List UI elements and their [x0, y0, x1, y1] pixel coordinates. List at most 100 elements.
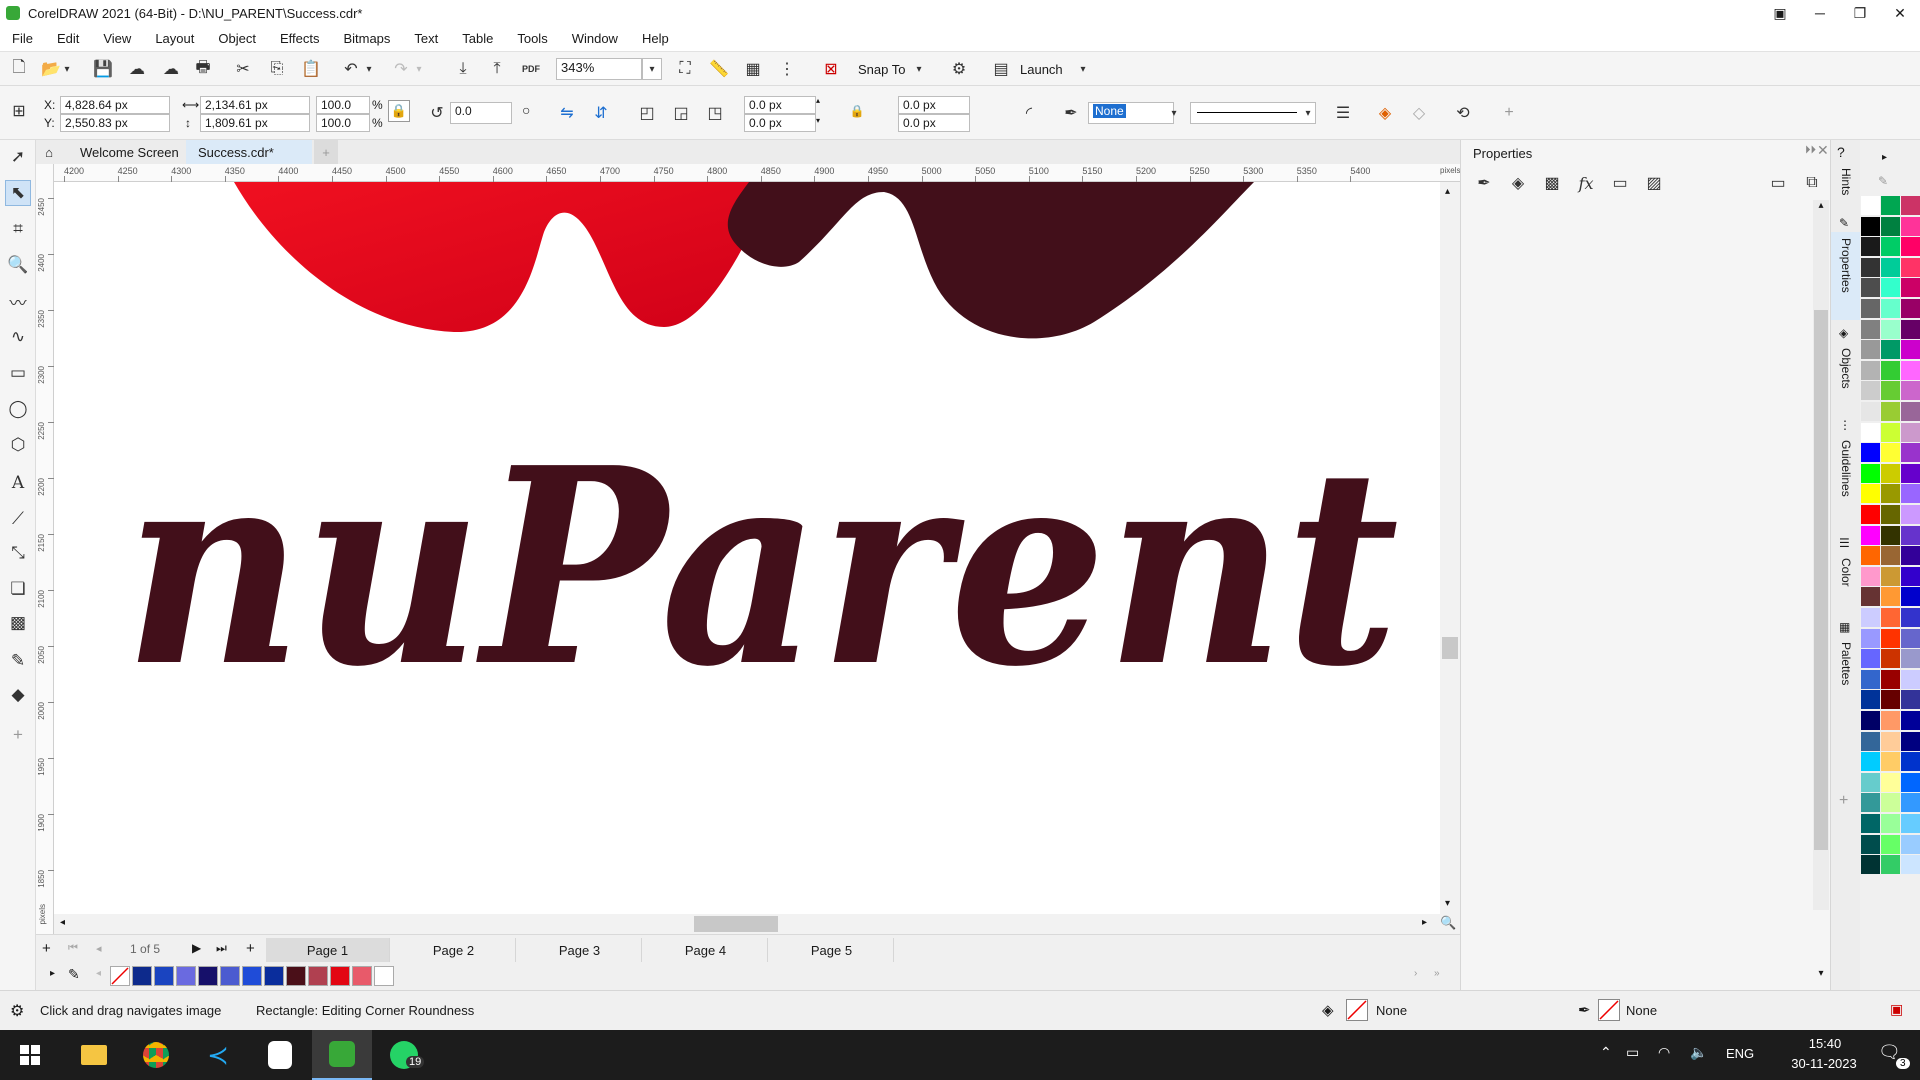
palette-color-swatch[interactable] — [1901, 196, 1920, 215]
palette-color-swatch[interactable] — [1881, 690, 1900, 710]
palette-color-swatch[interactable] — [1881, 360, 1900, 380]
palette-color-swatch[interactable] — [1881, 216, 1900, 236]
palette-color-swatch[interactable] — [1901, 855, 1920, 875]
palette-color-swatch[interactable] — [1881, 814, 1900, 833]
page-tab-3[interactable]: Page 3 — [518, 938, 642, 962]
zoom-dropdown-icon[interactable]: ▾ — [642, 58, 662, 80]
palette-color-swatch[interactable] — [1881, 546, 1900, 566]
palette-color-swatch[interactable] — [1881, 319, 1900, 339]
docker-tab-properties[interactable]: Properties — [1831, 232, 1861, 320]
scroll-left-icon[interactable]: ◂ — [60, 917, 65, 928]
import-icon[interactable]: ⤓ — [450, 56, 476, 82]
new-document-icon[interactable]: 🗋 — [6, 56, 32, 82]
palette-color-swatch[interactable] — [1881, 649, 1900, 669]
open-dropdown-chevron-icon[interactable]: ▾ — [60, 56, 74, 82]
docker-close-icon[interactable]: ✕ — [1817, 142, 1829, 159]
palette-color-swatch[interactable] — [1901, 505, 1920, 524]
windows-start-icon[interactable] — [0, 1030, 60, 1080]
transparency-tool-icon[interactable]: ▩ — [5, 610, 31, 636]
palette-color-swatch[interactable] — [1861, 196, 1880, 215]
mirror-vertical-icon[interactable]: ⇵ — [588, 100, 614, 126]
palette-color-swatch[interactable] — [1881, 299, 1900, 318]
palette-color-swatch[interactable] — [1901, 587, 1920, 607]
snap-off-icon[interactable]: ⊠ — [818, 56, 844, 82]
palette-swatch-grid[interactable] — [1861, 196, 1920, 916]
last-page-icon[interactable]: ⏭ — [216, 941, 227, 956]
palette-color-swatch[interactable] — [1861, 381, 1880, 401]
fill-properties-icon[interactable]: ◈ — [1505, 170, 1531, 196]
mirror-horizontal-icon[interactable]: ⇋ — [554, 100, 580, 126]
parallel-dimension-icon[interactable]: ⟋ — [5, 506, 31, 532]
menu-table[interactable]: Table — [450, 31, 505, 46]
docker-tab-hints[interactable]: Hints — [1831, 162, 1861, 212]
outline-width-dropdown-icon[interactable]: ▾ — [1164, 102, 1184, 124]
freehand-tool-icon[interactable]: 〰 — [5, 288, 31, 314]
palette-expand-icon[interactable]: ▸ — [50, 968, 55, 979]
artistic-media-icon[interactable]: ∿ — [5, 324, 31, 350]
launch-label[interactable]: Launch — [1020, 62, 1063, 77]
line-style-dropdown-icon[interactable]: ▾ — [1298, 102, 1318, 124]
palette-color-swatch[interactable] — [1901, 690, 1920, 710]
palette-color-swatch[interactable] — [1901, 525, 1920, 545]
palette-color-swatch[interactable] — [1861, 257, 1880, 277]
doc-swatch-1[interactable] — [132, 966, 152, 986]
palette-color-swatch[interactable] — [1881, 340, 1900, 360]
x-position-field[interactable]: 4,828.64 px — [60, 96, 170, 114]
menu-edit[interactable]: Edit — [45, 31, 91, 46]
palette-color-swatch[interactable] — [1861, 340, 1880, 360]
palette-color-swatch[interactable] — [1861, 237, 1880, 257]
doc-swatch-12[interactable] — [374, 966, 394, 986]
palette-color-swatch[interactable] — [1861, 752, 1880, 772]
page-tab-2[interactable]: Page 2 — [392, 938, 516, 962]
docker-tab-palettes[interactable]: Palettes — [1831, 636, 1861, 716]
convert-to-curves-icon[interactable]: ⟲ — [1450, 100, 1476, 126]
coreldraw-taskbar-icon[interactable] — [312, 1030, 372, 1080]
launch-dropdown-icon[interactable]: ▾ — [1076, 56, 1090, 82]
effects-fx-icon[interactable]: fx — [1573, 170, 1599, 196]
new-tab-plus-icon[interactable]: + — [314, 140, 338, 164]
doc-swatch-6[interactable] — [242, 966, 262, 986]
palette-color-swatch[interactable] — [1881, 525, 1900, 545]
palette-color-swatch[interactable] — [1861, 546, 1880, 566]
palette-color-swatch[interactable] — [1901, 463, 1920, 483]
round-corner-icon[interactable]: ◰ — [634, 100, 660, 126]
palette-color-swatch[interactable] — [1881, 608, 1900, 627]
palette-color-swatch[interactable] — [1881, 257, 1900, 277]
redo-dropdown-icon[interactable]: ▾ — [412, 56, 426, 82]
palette-color-swatch[interactable] — [1881, 855, 1900, 875]
horizontal-scroll-thumb[interactable] — [694, 916, 778, 932]
tab-welcome-screen[interactable]: Welcome Screen — [68, 140, 191, 164]
palette-color-swatch[interactable] — [1861, 505, 1880, 524]
palette-color-swatch[interactable] — [1861, 360, 1880, 380]
copy-icon[interactable]: ⎘ — [264, 56, 290, 82]
cloud-download-icon[interactable]: ☁ — [158, 56, 184, 82]
undo-dropdown-icon[interactable]: ▾ — [362, 56, 376, 82]
status-gear-icon[interactable]: ⚙ — [10, 1001, 24, 1021]
palette-color-swatch[interactable] — [1881, 422, 1900, 442]
palette-eyedropper-icon[interactable]: ✎ — [1878, 174, 1888, 188]
horizontal-ruler[interactable]: 4200 4250 4300 4350 4400 4450 4500 4550 4600 4650… — [54, 164, 1460, 182]
palette-color-swatch[interactable] — [1861, 299, 1880, 318]
docker-tab-guidelines[interactable]: Guidelines — [1831, 434, 1861, 528]
docker-layout-icon[interactable]: ▭ — [1765, 170, 1791, 196]
palette-scroll-right-icon[interactable]: › — [1414, 968, 1417, 979]
palette-color-swatch[interactable] — [1881, 381, 1900, 401]
scroll-down-icon[interactable]: ▾ — [1445, 898, 1450, 909]
palette-color-swatch[interactable] — [1881, 793, 1900, 813]
palette-color-swatch[interactable] — [1861, 402, 1880, 421]
drawing-canvas[interactable]: nuParent — [54, 182, 1460, 918]
palette-color-swatch[interactable] — [1881, 752, 1900, 772]
menu-bitmaps[interactable]: Bitmaps — [331, 31, 402, 46]
doc-swatch-5[interactable] — [220, 966, 240, 986]
palette-color-swatch[interactable] — [1901, 731, 1920, 751]
palette-color-swatch[interactable] — [1881, 278, 1900, 298]
home-icon[interactable]: ⌂ — [36, 140, 62, 164]
palette-color-swatch[interactable] — [1901, 257, 1920, 277]
whatsapp-icon[interactable]: 19 — [374, 1030, 434, 1080]
menu-help[interactable]: Help — [630, 31, 681, 46]
redo-icon[interactable]: ↷ — [388, 56, 414, 82]
palette-color-swatch[interactable] — [1861, 814, 1880, 833]
palette-color-swatch[interactable] — [1861, 319, 1880, 339]
docker-expand-icon[interactable]: ⏵⏵ — [1805, 144, 1816, 157]
palette-color-swatch[interactable] — [1901, 752, 1920, 772]
